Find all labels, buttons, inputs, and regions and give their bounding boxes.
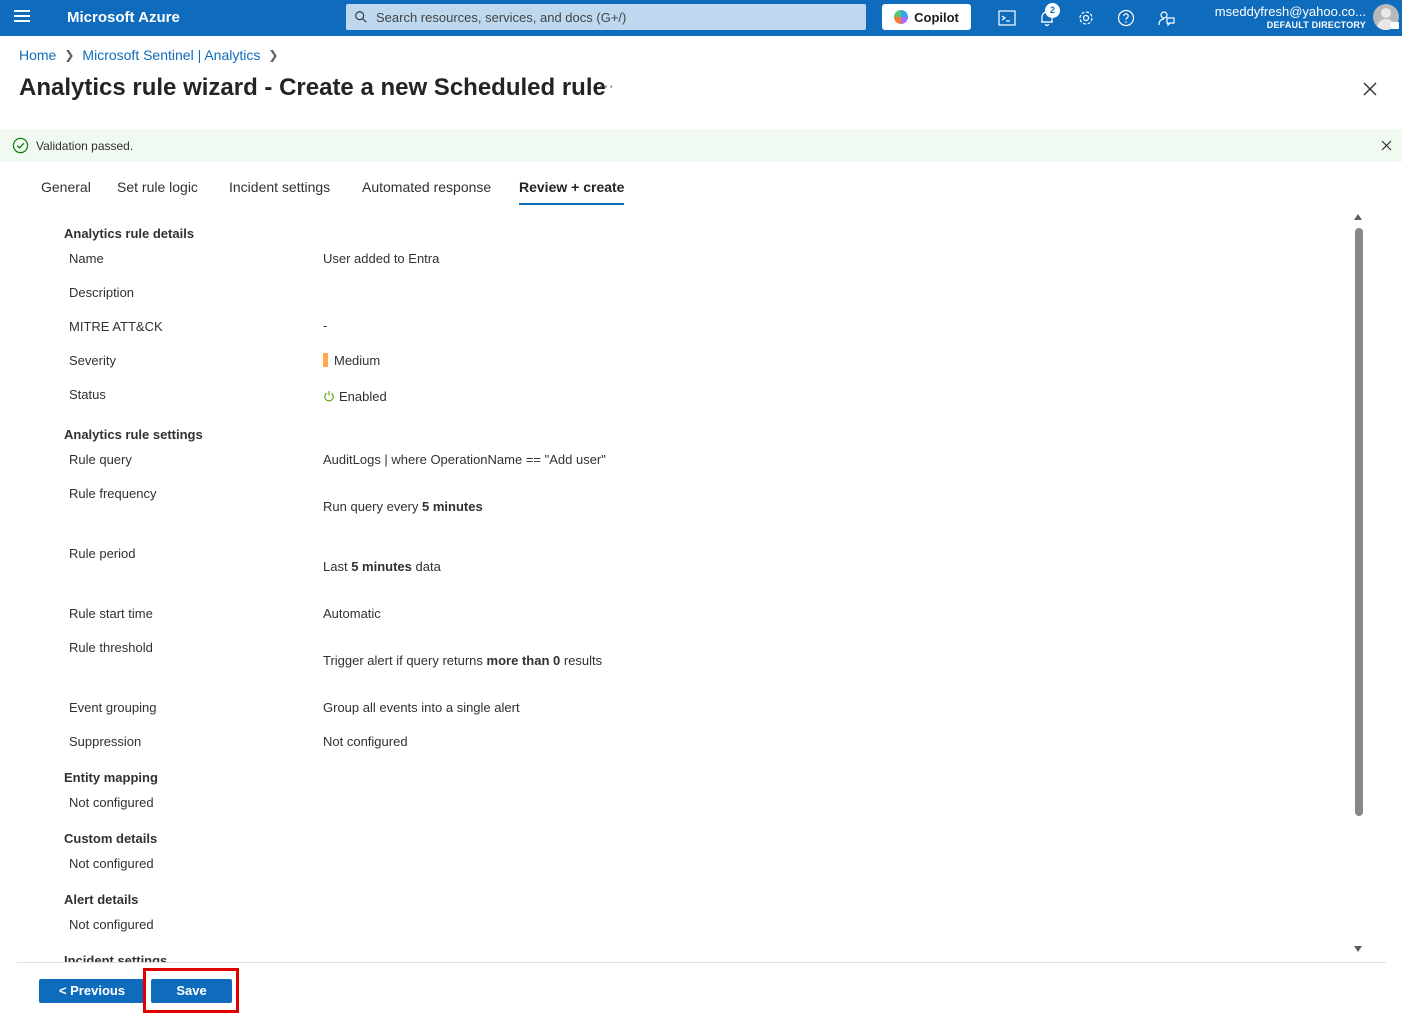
rule-threshold-label: Rule threshold: [69, 640, 153, 655]
brand-title[interactable]: Microsoft Azure: [67, 9, 180, 26]
tab-set-rule-logic[interactable]: Set rule logic: [117, 179, 198, 203]
dismiss-banner-icon[interactable]: [1380, 139, 1393, 152]
top-bar: Microsoft Azure Search resources, servic…: [0, 0, 1402, 36]
threshold-suffix: results: [563, 653, 603, 668]
section-analytics-rule-settings: Analytics rule settings: [64, 427, 203, 442]
rule-query-value: AuditLogs | where OperationName == "Add …: [323, 452, 606, 467]
suppression-value: Not configured: [323, 734, 408, 749]
status-label: Status: [69, 387, 106, 402]
validation-banner: Validation passed.: [0, 129, 1402, 162]
scroll-down-icon[interactable]: [1353, 942, 1363, 952]
rule-period-label: Rule period: [69, 546, 136, 561]
section-entity-mapping: Entity mapping: [64, 770, 158, 785]
rule-frequency-label: Rule frequency: [69, 486, 157, 501]
help-icon[interactable]: [1116, 8, 1136, 28]
rule-period-value: Last 5 minutes data: [323, 559, 441, 574]
feedback-icon[interactable]: [1156, 8, 1176, 28]
event-grouping-label: Event grouping: [69, 700, 157, 715]
previous-button[interactable]: < Previous: [39, 979, 145, 1003]
tab-incident-settings[interactable]: Incident settings: [229, 179, 330, 203]
lock-icon: [1391, 22, 1399, 29]
period-amount: 5 minutes: [351, 559, 412, 574]
rule-start-time-value: Automatic: [323, 606, 381, 621]
breadcrumb: Home ❯ Microsoft Sentinel | Analytics ❯: [19, 47, 286, 63]
cloud-shell-icon[interactable]: [997, 8, 1017, 28]
page-title: Analytics rule wizard - Create a new Sch…: [19, 74, 606, 101]
account-directory: DEFAULT DIRECTORY: [1266, 20, 1366, 30]
validation-message: Validation passed.: [36, 139, 134, 153]
notification-badge: 2: [1045, 3, 1060, 18]
search-input[interactable]: Search resources, services, and docs (G+…: [346, 4, 866, 30]
custom-details-value: Not configured: [69, 856, 154, 871]
breadcrumb-sentinel-analytics[interactable]: Microsoft Sentinel | Analytics: [82, 47, 260, 63]
threshold-amount: more than 0: [486, 653, 561, 668]
scroll-up-icon[interactable]: [1353, 210, 1363, 220]
name-label: Name: [69, 251, 104, 266]
rule-start-time-label: Rule start time: [69, 606, 153, 621]
severity-value: Medium: [323, 353, 380, 368]
period-prefix: Last: [323, 559, 348, 574]
copilot-label: Copilot: [914, 9, 959, 25]
review-content: Analytics rule details Name User added t…: [0, 210, 1345, 962]
tab-general[interactable]: General: [41, 179, 91, 203]
severity-text: Medium: [334, 353, 381, 368]
rule-frequency-value: Run query every 5 minutes: [323, 499, 483, 514]
footer-divider: [17, 962, 1386, 963]
name-value: User added to Entra: [323, 251, 440, 266]
account-menu[interactable]: mseddyfresh@yahoo.co... DEFAULT DIRECTOR…: [1215, 4, 1366, 32]
suppression-label: Suppression: [69, 734, 142, 749]
save-highlight-box: [143, 968, 239, 1013]
search-icon: [355, 11, 367, 23]
severity-label: Severity: [69, 353, 116, 368]
success-check-icon: [12, 137, 29, 154]
entity-mapping-value: Not configured: [69, 795, 154, 810]
section-custom-details: Custom details: [64, 831, 158, 846]
chevron-right-icon: ❯: [64, 48, 75, 62]
status-value: Enabled: [323, 389, 387, 404]
frequency-amount: 5 minutes: [422, 499, 483, 514]
rule-threshold-value: Trigger alert if query returns more than…: [323, 653, 602, 668]
power-icon: [324, 391, 334, 402]
rule-query-label: Rule query: [69, 452, 132, 467]
copilot-button[interactable]: Copilot: [882, 4, 971, 30]
section-incident-settings: Incident settings: [64, 953, 168, 962]
status-text: Enabled: [339, 389, 387, 404]
period-suffix: data: [415, 559, 441, 574]
account-email: mseddyfresh@yahoo.co...: [1214, 4, 1366, 19]
tab-automated-response[interactable]: Automated response: [362, 179, 491, 203]
menu-icon[interactable]: [14, 10, 30, 24]
section-alert-details: Alert details: [64, 892, 139, 907]
copilot-icon: [894, 10, 909, 24]
close-icon[interactable]: [1361, 80, 1379, 98]
breadcrumb-home[interactable]: Home: [19, 47, 56, 63]
event-grouping-value: Group all events into a single alert: [323, 700, 520, 715]
severity-indicator: [323, 353, 328, 367]
section-analytics-rule-details: Analytics rule details: [64, 226, 195, 241]
alert-details-value: Not configured: [69, 917, 154, 932]
chevron-right-icon: ❯: [268, 48, 279, 62]
settings-icon[interactable]: [1076, 8, 1096, 28]
scrollbar-thumb[interactable]: [1355, 228, 1363, 816]
frequency-prefix: Run query every: [323, 499, 419, 514]
description-label: Description: [69, 285, 135, 300]
threshold-prefix: Trigger alert if query returns: [323, 653, 483, 668]
search-placeholder: Search resources, services, and docs (G+…: [376, 9, 627, 25]
mitre-label: MITRE ATT&CK: [69, 319, 163, 334]
tab-review-create[interactable]: Review + create: [519, 179, 625, 205]
more-options-icon[interactable]: ···: [598, 78, 614, 96]
mitre-value: -: [323, 318, 328, 333]
